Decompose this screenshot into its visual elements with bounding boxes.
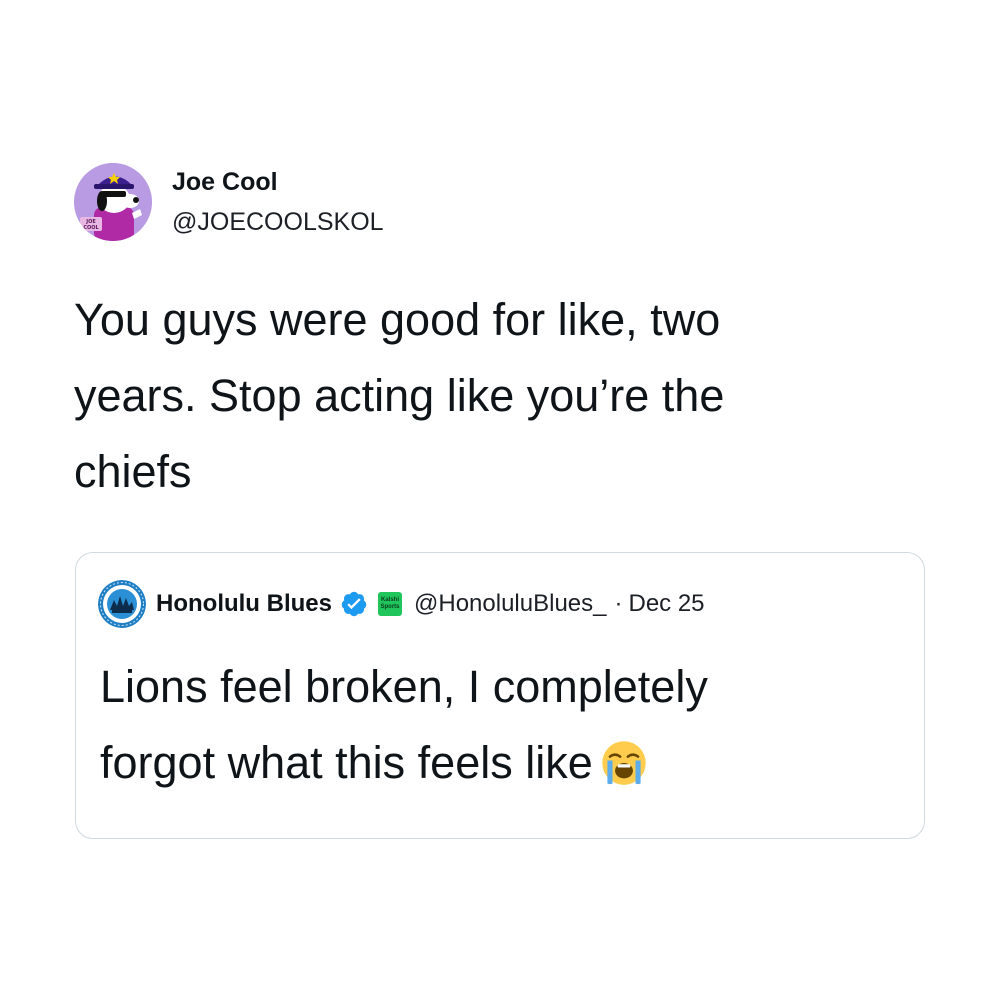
snoopy-avatar-icon: JOE COOL [74,163,152,241]
affiliate-badge-icon[interactable]: Kalshi Sports [378,592,402,616]
loudly-crying-face-emoji-icon [602,741,646,785]
author-block: Joe Cool @JOECOOLSKOL [172,165,384,239]
affiliate-label-top: Kalshi [380,597,399,603]
svg-text:COOL: COOL [83,225,99,231]
quoted-author-name[interactable]: Honolulu Blues [156,590,332,618]
quoted-author-handle[interactable]: @HonoluluBlues_ [414,590,606,618]
verified-badge-icon [341,591,367,617]
quoted-tweet-card[interactable]: Honolulu Blues Kalshi Sports @HonoluluBl… [75,552,925,839]
tweet-text: You guys were good for like, two years. … [74,294,725,497]
author-name[interactable]: Joe Cool [172,165,384,199]
quoted-tweet-header: Honolulu Blues Kalshi Sports @HonoluluBl… [98,580,705,628]
quoted-author-avatar[interactable] [98,580,146,628]
author-handle[interactable]: @JOECOOLSKOL [172,205,384,239]
quoted-tweet-date[interactable]: Dec 25 [628,590,704,618]
quoted-tweet-text: Lions feel broken, I completely forgot w… [100,649,900,801]
author-avatar[interactable]: JOE COOL [74,163,152,241]
tweet-header: JOE COOL Joe Cool @JOECOOLSKOL [74,163,384,241]
separator-dot: · [614,590,623,617]
honolulu-blues-logo-icon [98,580,146,628]
affiliate-label-bottom: Sports [380,604,400,610]
